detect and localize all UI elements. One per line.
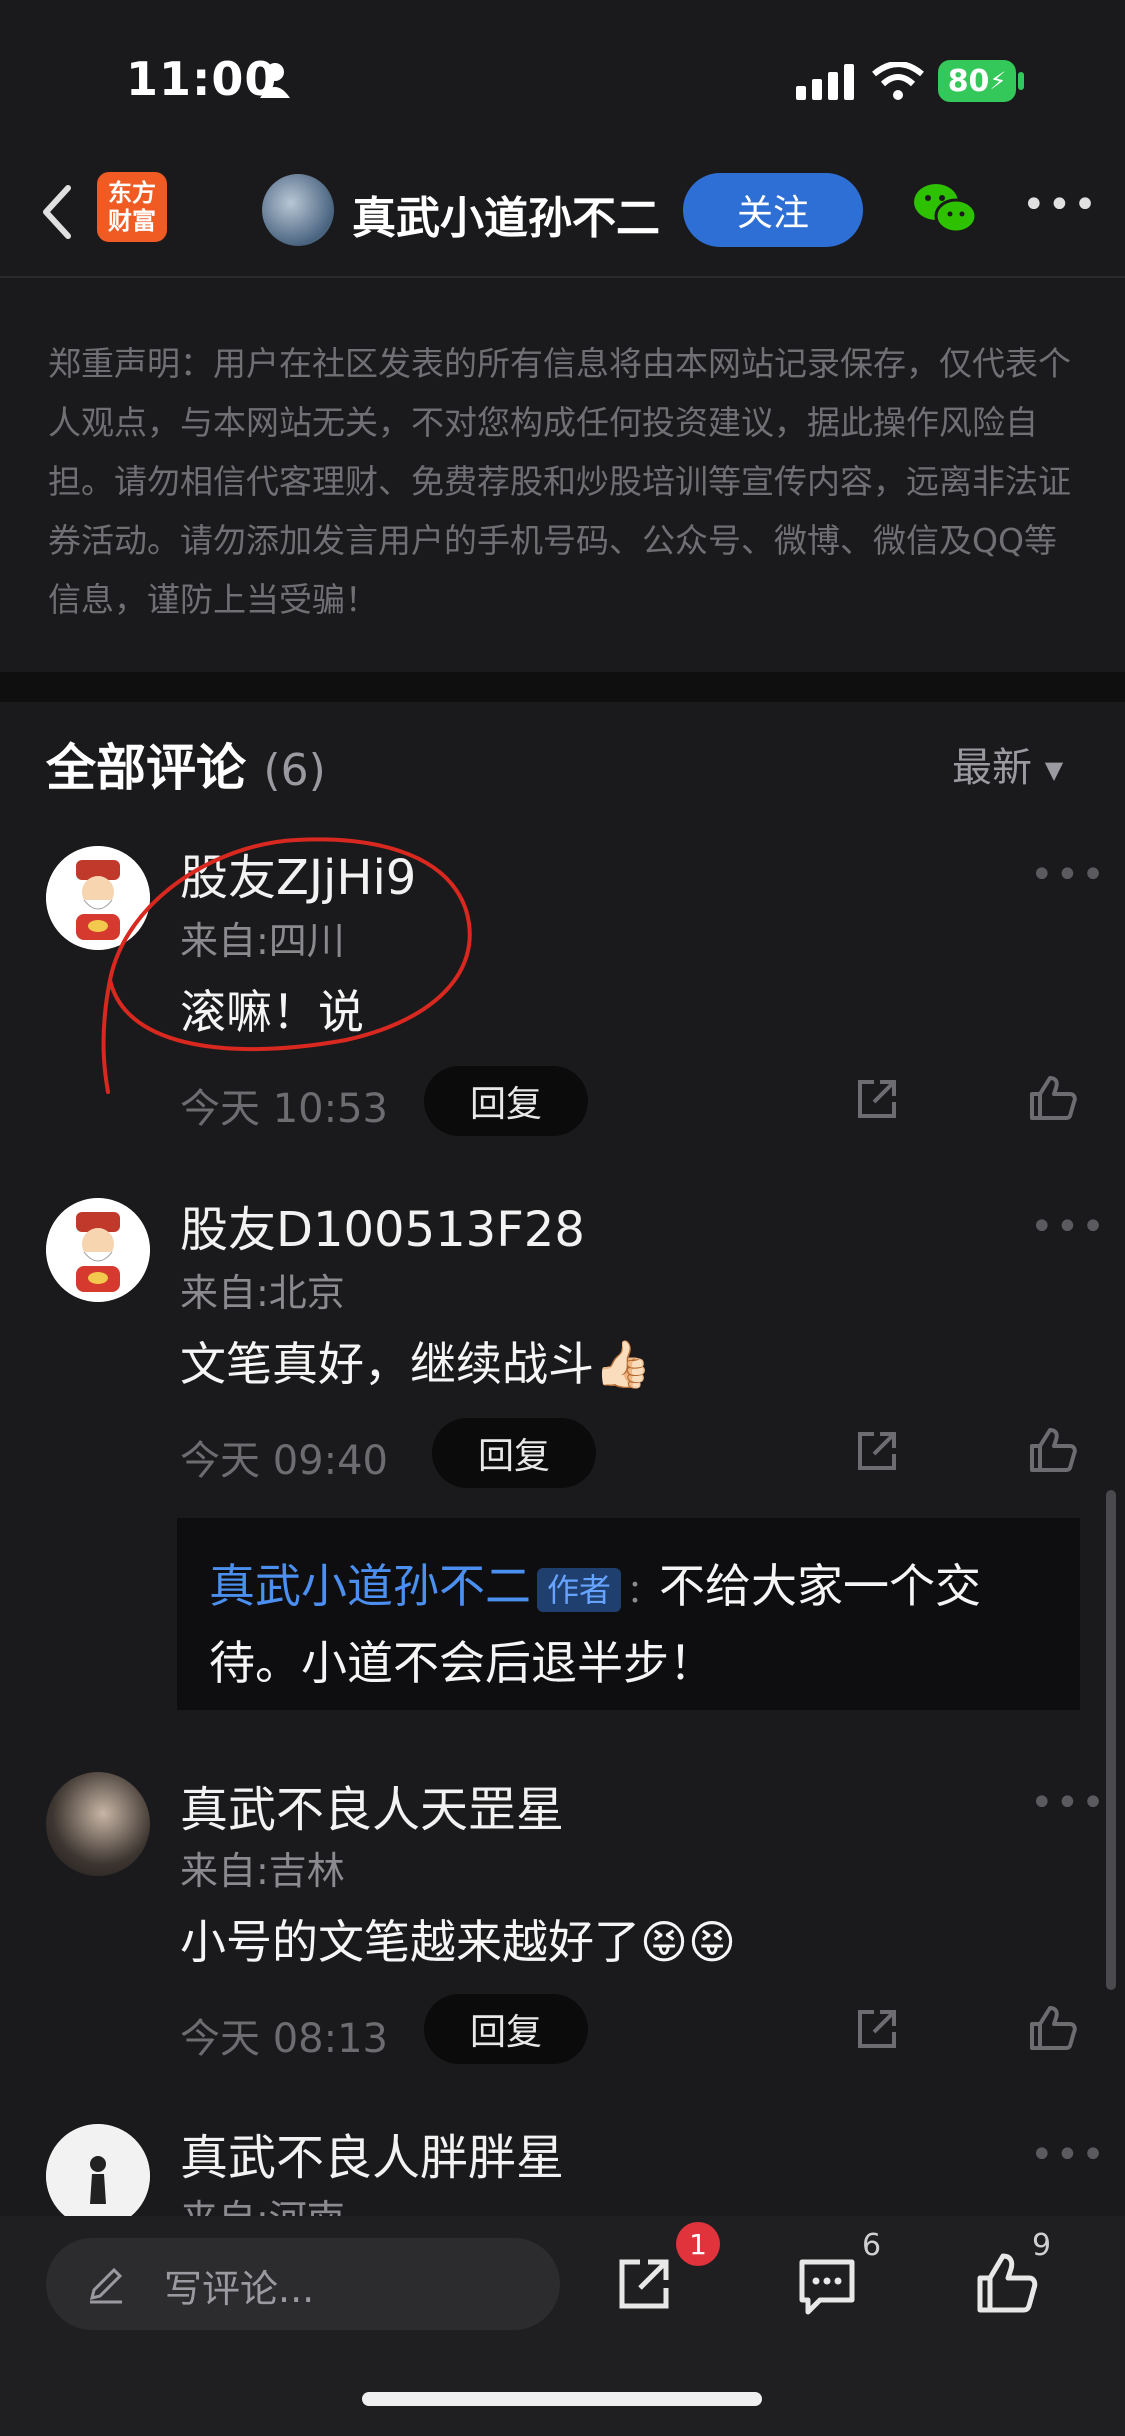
share-badge: 1	[676, 2222, 720, 2266]
share-icon[interactable]	[854, 1428, 900, 1474]
more-options-icon[interactable]: •••	[1022, 182, 1099, 228]
sort-label: 最新	[952, 745, 1032, 791]
comment-more-icon[interactable]: •••	[1030, 1204, 1107, 1250]
follow-button[interactable]: 关注	[683, 173, 863, 247]
reply-button[interactable]: 回复	[424, 1994, 588, 2064]
comment-author[interactable]: 真武不良人胖胖星	[180, 2118, 564, 2188]
battery-level: 80	[947, 63, 990, 99]
battery-tip	[1018, 72, 1024, 90]
status-bar: 11:00 80 ⚡	[0, 0, 1125, 150]
red-circle-annotation	[101, 837, 472, 1094]
section-separator	[0, 672, 1125, 702]
battery-indicator: 80 ⚡	[938, 60, 1016, 102]
comment-text: 小号的文笔越来越好了😝😝	[180, 1915, 736, 1969]
chevron-left-icon[interactable]	[36, 182, 76, 242]
status-time: 11:00	[126, 52, 278, 106]
like-count: 9	[1032, 2228, 1052, 2263]
reply-button[interactable]: 回复	[432, 1418, 596, 1488]
comment-more-icon[interactable]: •••	[1030, 1780, 1107, 1826]
comments-header: 全部评论 (6)	[46, 728, 326, 800]
scrollbar[interactable]	[1106, 1490, 1116, 1990]
comment-more-icon[interactable]: •••	[1030, 852, 1107, 898]
avatar[interactable]	[46, 1772, 150, 1876]
wifi-icon	[872, 62, 924, 100]
comment-author[interactable]: 真武不良人天罡星	[180, 1770, 564, 1840]
header-divider	[0, 276, 1125, 278]
author-reply-name[interactable]: 真武小道孙不二	[209, 1559, 531, 1613]
silhouette-avatar-icon	[46, 2124, 150, 2228]
comments-title: 全部评论	[46, 739, 246, 797]
comment-input[interactable]: 写评论...	[46, 2238, 560, 2330]
comment-time: 今天 08:13	[180, 2016, 388, 2062]
like-icon[interactable]	[1028, 2004, 1078, 2052]
author-reply-box[interactable]: 真武小道孙不二 作者 ：不给大家一个交待。小道不会后退半步！	[177, 1518, 1080, 1710]
author-avatar[interactable]	[262, 174, 334, 246]
comment-time: 今天 10:53	[180, 1086, 388, 1132]
signal-icon	[796, 64, 854, 100]
wechat-icon[interactable]	[912, 180, 978, 236]
reply-button[interactable]: 回复	[424, 1066, 588, 1136]
pencil-icon	[89, 2267, 123, 2304]
comment-text: 文笔真好，继续战斗👍🏻	[180, 1337, 652, 1391]
comment-input-placeholder: 写评论...	[164, 2267, 315, 2311]
sort-dropdown[interactable]: 最新 ▼	[952, 735, 1063, 793]
caishen-avatar-icon	[46, 1198, 150, 1302]
like-icon[interactable]	[1028, 1074, 1078, 1122]
comment-author[interactable]: 股友D100513F28	[180, 1190, 585, 1260]
share-icon[interactable]	[614, 2254, 674, 2314]
comment-icon[interactable]	[796, 2256, 858, 2316]
comment-time: 今天 09:40	[180, 1438, 388, 1484]
comment-count: 6	[862, 2228, 882, 2263]
like-icon[interactable]	[1028, 1426, 1078, 1474]
comment-location: 来自:吉林	[180, 1849, 345, 1893]
comments-count: (6)	[263, 745, 326, 796]
charging-bolt-icon: ⚡	[989, 67, 1007, 95]
author-reply-text-block: 真武小道孙不二 作者 ：不给大家一个交待。小道不会后退半步！	[209, 1550, 1059, 1699]
comment-more-icon[interactable]: •••	[1030, 2132, 1107, 2178]
avatar[interactable]	[46, 1198, 150, 1302]
home-indicator	[362, 2392, 762, 2406]
disclaimer-text: 郑重声明：用户在社区发表的所有信息将由本网站记录保存，仅代表个人观点，与本网站无…	[48, 344, 1071, 619]
share-icon[interactable]	[854, 2006, 900, 2052]
author-reply-separator: ：	[627, 1572, 660, 1610]
page-title[interactable]: 真武小道孙不二	[352, 182, 660, 246]
author-badge: 作者	[537, 1567, 622, 1612]
app-logo[interactable]: 东方 财富	[97, 172, 167, 242]
like-icon[interactable]	[976, 2252, 1038, 2314]
share-icon[interactable]	[854, 1076, 900, 1122]
caret-down-icon: ▼	[1044, 756, 1064, 784]
comment-location: 来自:北京	[180, 1271, 345, 1315]
person-icon	[260, 63, 290, 98]
avatar[interactable]	[46, 2124, 150, 2228]
